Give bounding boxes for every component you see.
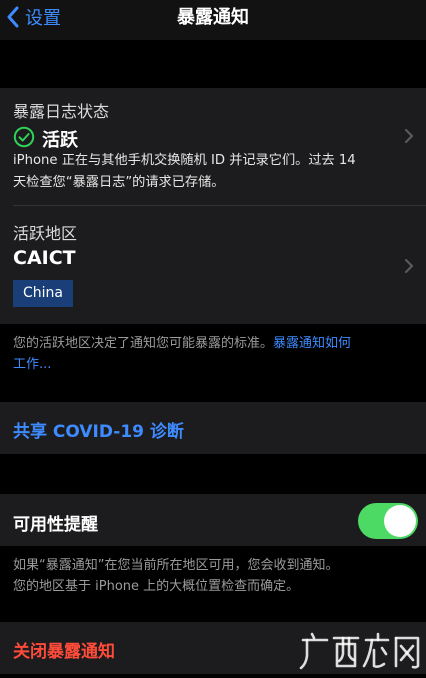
page-title: 暴露通知 <box>177 7 249 28</box>
share-diagnosis-button[interactable]: 共享 COVID-19 诊断 <box>13 417 184 442</box>
region-badge: China <box>13 280 73 307</box>
active-region-label: 活跃地区 <box>13 224 78 243</box>
chevron-right-icon[interactable] <box>404 128 414 144</box>
status-text: 活跃 <box>42 130 78 151</box>
status-row[interactable]: 活跃 <box>13 126 78 152</box>
exposure-log-status-label: 暴露日志状态 <box>13 102 110 121</box>
turn-off-exposure-notifications-button[interactable]: 关闭暴露通知 <box>13 637 115 662</box>
availability-note-line-1: 如果“暴露通知”在您当前所在地区可用，您会收到通知。 <box>13 558 339 573</box>
region-name[interactable]: CAICT <box>13 247 76 269</box>
how-it-works-link-continued[interactable]: 工作... <box>13 357 51 372</box>
navigation-bar: 设置 暴露通知 <box>0 0 426 40</box>
availability-note-line-2: 您的地区基于 iPhone 上的大概位置检查而确定。 <box>13 579 300 594</box>
status-description-line-1: iPhone 正在与其他手机交换随机 ID 并记录它们。过去 14 <box>13 153 356 168</box>
status-description-line-2: 天检查您“暴露日志”的请求已存储。 <box>13 175 225 190</box>
watermark-logo <box>296 626 426 674</box>
availability-note: 如果“暴露通知”在您当前所在地区可用，您会收到通知。 您的地区基于 iPhone… <box>13 555 417 597</box>
checkmark-circle-icon <box>13 126 35 152</box>
chevron-right-icon[interactable] <box>404 258 414 274</box>
availability-alerts-label: 可用性提醒 <box>13 515 98 535</box>
how-it-works-link[interactable]: 暴露通知如何 <box>273 336 351 351</box>
region-note: 您的活跃地区决定了通知您可能暴露的标准。暴露通知如何 工作... <box>13 333 417 375</box>
region-note-text: 您的活跃地区决定了通知您可能暴露的标准。 <box>13 336 274 351</box>
availability-alerts-toggle[interactable] <box>358 503 418 539</box>
divider <box>13 205 426 206</box>
toggle-knob <box>384 505 416 537</box>
